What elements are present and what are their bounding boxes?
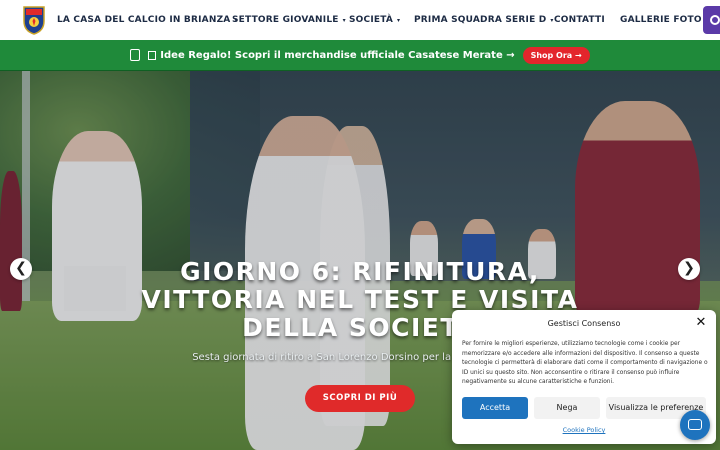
nav-item-label: SOCIETÀ xyxy=(349,15,394,25)
nav-item-casa-calcio[interactable]: LA CASA DEL CALCIO IN BRIANZA ▾ xyxy=(57,15,238,25)
consent-title: Gestisci Consenso xyxy=(547,319,621,328)
chat-bubble-icon xyxy=(688,419,702,430)
club-logo-icon[interactable] xyxy=(22,5,46,35)
nav-item-contatti[interactable]: CONTATTI xyxy=(554,15,605,25)
cookie-consent-dialog: Gestisci Consenso ✕ Per fornire le migli… xyxy=(452,310,716,444)
promo-text: Idee Regalo! Scopri il merchandise uffic… xyxy=(160,49,515,61)
site-header: LA CASA DEL CALCIO IN BRIANZA ▾ SETTORE … xyxy=(0,0,720,40)
nav-item-gallerie-foto[interactable]: GALLERIE FOTO xyxy=(620,15,702,25)
nav-item-label: PRIMA SQUADRA SERIE D xyxy=(414,15,547,25)
chevron-down-icon: ▾ xyxy=(342,16,346,24)
gift-icon xyxy=(130,49,141,61)
promo-bar: Idee Regalo! Scopri il merchandise uffic… xyxy=(0,40,720,71)
nav-item-label: CONTATTI xyxy=(554,15,605,25)
chat-button[interactable] xyxy=(680,410,710,440)
gift-small-icon xyxy=(148,50,157,60)
account-button[interactable] xyxy=(703,6,720,34)
nav-item-settore-giovanile[interactable]: SETTORE GIOVANILE ▾ xyxy=(232,15,346,25)
nav-item-societa[interactable]: SOCIETÀ ▾ xyxy=(349,15,400,25)
nav-item-label: SETTORE GIOVANILE xyxy=(232,15,339,25)
accept-button[interactable]: Accetta xyxy=(462,397,528,419)
user-icon xyxy=(710,15,720,25)
consent-text: Per fornire le migliori esperienze, util… xyxy=(462,341,708,386)
nav-item-label: LA CASA DEL CALCIO IN BRIANZA xyxy=(57,15,231,25)
cookie-policy-link[interactable]: Cookie Policy xyxy=(452,426,716,434)
nav-item-label: GALLERIE FOTO xyxy=(620,15,702,25)
close-icon[interactable]: ✕ xyxy=(694,316,708,330)
slider-prev-button[interactable]: ❮ xyxy=(10,258,32,280)
shop-now-button[interactable]: Shop Ora → xyxy=(522,46,590,64)
nav-item-prima-squadra[interactable]: PRIMA SQUADRA SERIE D ▾ xyxy=(414,15,554,25)
chevron-down-icon: ▾ xyxy=(397,16,401,24)
deny-button[interactable]: Nega xyxy=(534,397,600,419)
read-more-button[interactable]: SCOPRI DI PIÙ xyxy=(305,385,415,412)
promo-text-group: Idee Regalo! Scopri il merchandise uffic… xyxy=(130,46,590,64)
slider-next-button[interactable]: ❯ xyxy=(678,258,700,280)
